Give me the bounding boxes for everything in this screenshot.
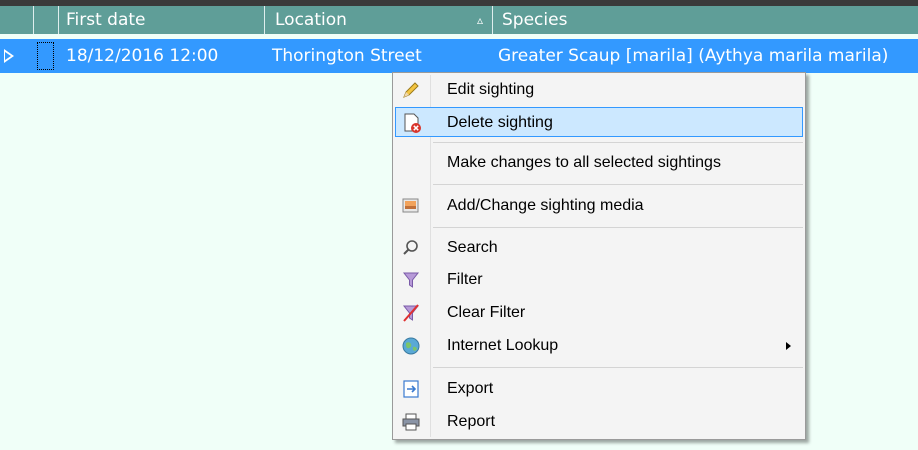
column-header-label: Species <box>502 10 568 30</box>
clear-filter-icon <box>402 304 420 322</box>
menu-item-label: Report <box>447 413 496 430</box>
delete-document-icon <box>404 113 421 133</box>
menu-item-label: Search <box>447 239 498 256</box>
menu-item-search[interactable]: Search <box>395 233 803 263</box>
menu-item-filter[interactable]: Filter <box>395 265 803 295</box>
menu-item-label: Edit sighting <box>447 81 535 98</box>
menu-item-export[interactable]: Export <box>395 374 803 404</box>
column-header-species[interactable]: Species <box>493 6 918 34</box>
focus-rectangle <box>37 42 54 70</box>
row-pointer-icon <box>4 49 14 63</box>
menu-item-report[interactable]: Report <box>395 407 803 437</box>
menu-item-clear-filter[interactable]: Clear Filter <box>395 298 803 328</box>
media-icon <box>402 198 419 213</box>
menu-item-label: Export <box>447 380 494 397</box>
menu-item-label: Make changes to all selected sightings <box>447 154 721 171</box>
menu-separator <box>433 367 803 368</box>
submenu-arrow-icon <box>786 342 791 350</box>
menu-item-label: Filter <box>447 271 483 288</box>
export-icon <box>403 380 419 398</box>
table-row[interactable]: 18/12/2016 12:00 Thorington Street Great… <box>0 39 918 73</box>
current-row-indicator <box>0 39 34 73</box>
menu-item-change-all-selected[interactable]: Make changes to all selected sightings <box>395 148 803 178</box>
printer-icon <box>402 413 420 431</box>
grid-header: First date Location ▵ Species <box>0 0 918 34</box>
menu-separator <box>433 184 803 185</box>
filter-icon <box>402 272 420 288</box>
menu-item-label: Delete sighting <box>447 114 553 131</box>
context-menu: Edit sighting Delete sighting Make chang… <box>392 72 806 440</box>
globe-icon <box>402 337 420 355</box>
menu-item-label: Clear Filter <box>447 304 526 321</box>
menu-item-edit-sighting[interactable]: Edit sighting <box>395 75 803 105</box>
row-indicator-header <box>0 6 34 34</box>
menu-item-label: Internet Lookup <box>447 337 559 354</box>
menu-item-delete-sighting[interactable]: Delete sighting <box>395 107 803 137</box>
pencil-icon <box>403 82 419 98</box>
magnifier-icon <box>403 240 418 255</box>
cell-first-date[interactable]: 18/12/2016 12:00 <box>59 39 265 73</box>
column-header-location[interactable]: Location ▵ <box>265 6 493 34</box>
menu-item-label: Add/Change sighting media <box>447 197 644 214</box>
row-select-header[interactable] <box>34 6 59 34</box>
menu-separator <box>433 227 803 228</box>
sort-ascending-icon: ▵ <box>476 13 483 27</box>
cell-species[interactable]: Greater Scaup [marila] (Aythya marila ma… <box>493 39 918 73</box>
menu-separator <box>433 142 803 143</box>
cell-location[interactable]: Thorington Street <box>265 39 493 73</box>
column-header-label: Location <box>275 10 347 30</box>
menu-item-internet-lookup[interactable]: Internet Lookup <box>395 331 803 361</box>
column-header-first-date[interactable]: First date <box>59 6 265 34</box>
row-select-cell[interactable] <box>34 39 59 73</box>
column-header-label: First date <box>66 10 146 30</box>
menu-item-sighting-media[interactable]: Add/Change sighting media <box>395 191 803 221</box>
